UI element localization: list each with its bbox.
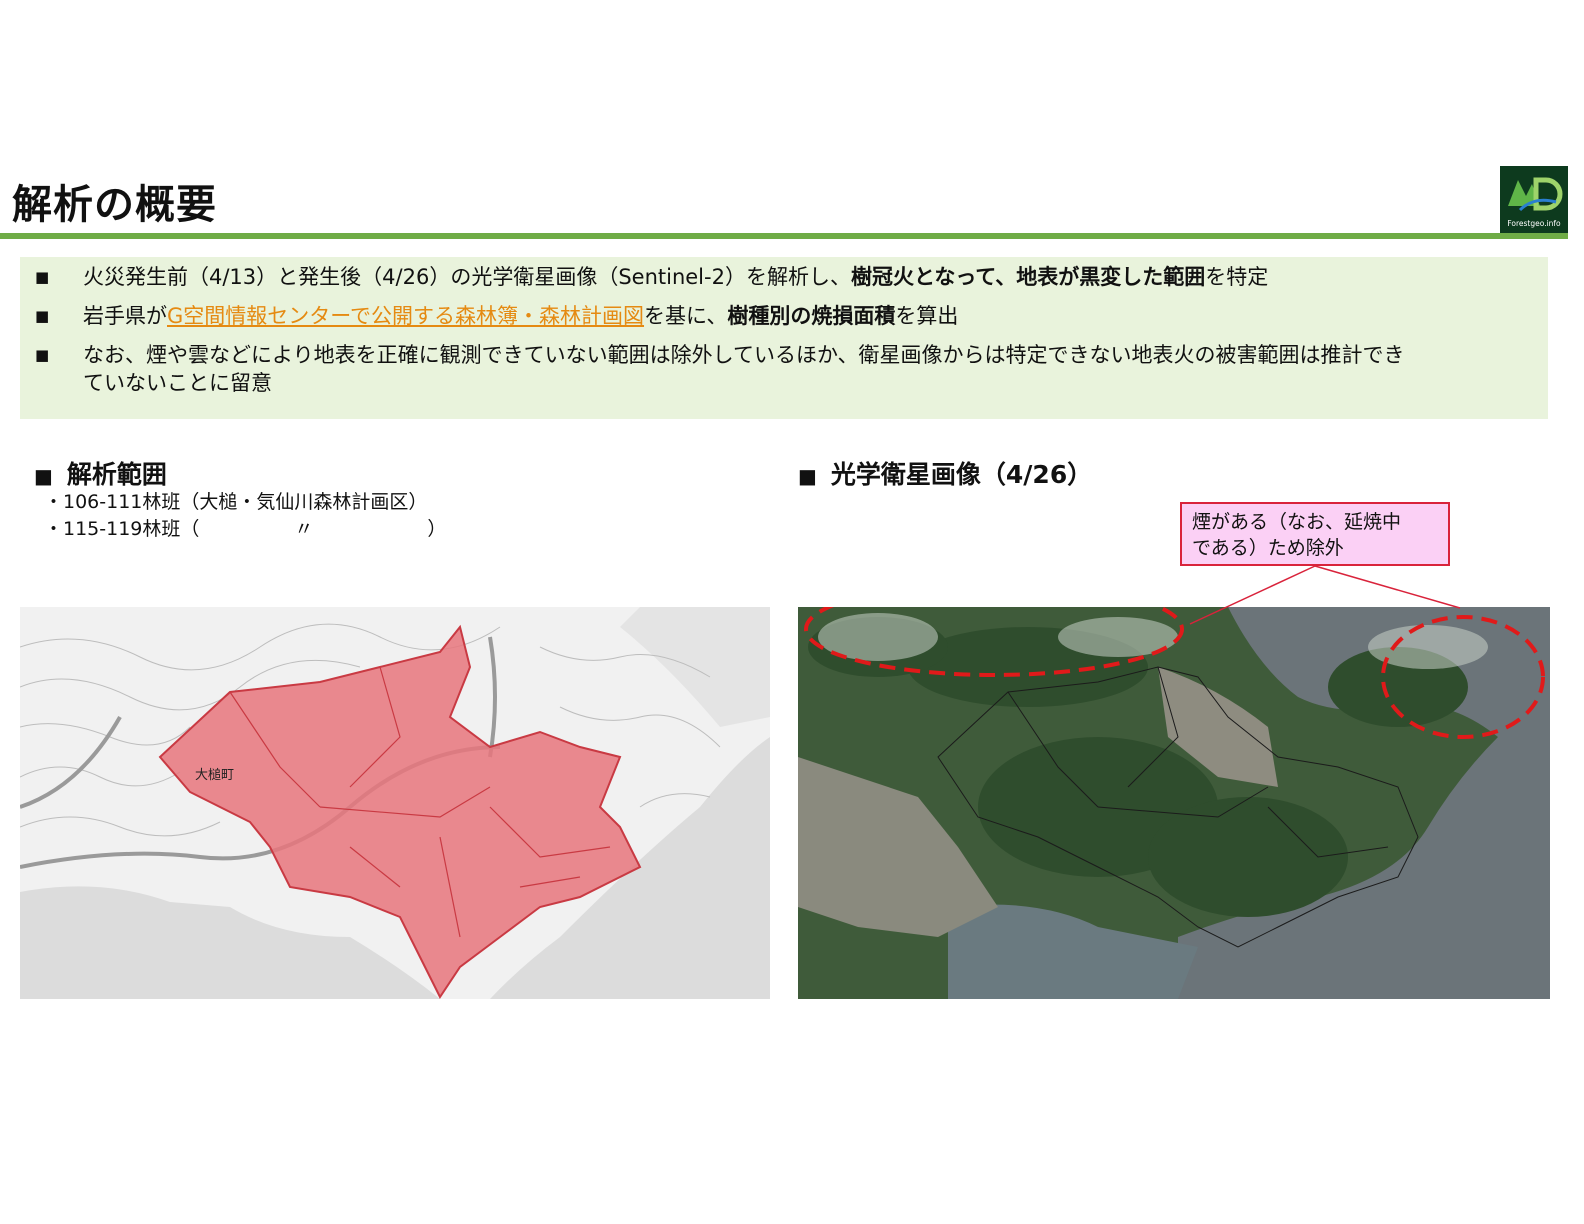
bullet2-text-end: を算出 xyxy=(895,304,959,328)
bullet3-line1: なお、煙や雲などにより地表を正確に観測できていない範囲は除外しているほか、衛星画… xyxy=(83,343,1405,367)
range-item-1: ・106-111林班（大槌・気仙川森林計画区） xyxy=(44,491,428,513)
callout-line-2: である）ため除外 xyxy=(1192,537,1344,559)
logo-text: Forestgeo.info xyxy=(1507,219,1561,228)
heading-marker: ■ xyxy=(798,464,817,488)
topographic-map: 大槌町 xyxy=(20,607,770,999)
bullet1-bold: 樹冠火となって、地表が黒変した範囲 xyxy=(850,265,1206,289)
callout-leader-lines xyxy=(1189,565,1461,625)
satellite-heading: ■ 光学衛星画像（4/26） xyxy=(798,455,1092,491)
satellite-heading-text: 光学衛星画像（4/26） xyxy=(830,460,1093,489)
forestgeo-logo-icon: Forestgeo.info xyxy=(1500,166,1568,234)
bullet-marker: ■ xyxy=(35,346,50,364)
page-title: 解析の概要 xyxy=(12,182,217,228)
summary-box: ■ 火災発生前（4/13）と発生後（4/26）の光学衛星画像（Sentinel-… xyxy=(20,257,1548,419)
g-space-center-link[interactable]: G空間情報センターで公開する森林簿・森林計画図 xyxy=(167,304,644,328)
satellite-image xyxy=(798,607,1550,999)
bullet-marker: ■ xyxy=(35,268,50,286)
analysis-range-heading-text: 解析範囲 xyxy=(66,460,167,489)
town-label: 大槌町 xyxy=(195,767,234,783)
bullet1-text-end: を特定 xyxy=(1205,265,1269,289)
analysis-range-heading: ■ 解析範囲 xyxy=(34,455,167,491)
bullet2-text-mid: を基に、 xyxy=(644,304,728,328)
bullet-marker: ■ xyxy=(35,307,50,325)
bullet2-text: 岩手県が xyxy=(83,304,167,328)
bullet2-bold: 樹種別の焼損面積 xyxy=(727,304,896,328)
callout-line-1: 煙がある（なお、延焼中 xyxy=(1192,511,1402,533)
range-item-2: ・115-119林班（ 〃 ） xyxy=(44,518,447,540)
title-divider xyxy=(0,233,1568,239)
smoke-callout: 煙がある（なお、延焼中 である）ため除外 xyxy=(1180,502,1450,566)
bullet3-line2: ていないことに留意 xyxy=(83,371,272,395)
heading-marker: ■ xyxy=(34,464,53,488)
bullet1-text: 火災発生前（4/13）と発生後（4/26）の光学衛星画像（Sentinel-2）… xyxy=(83,265,851,289)
